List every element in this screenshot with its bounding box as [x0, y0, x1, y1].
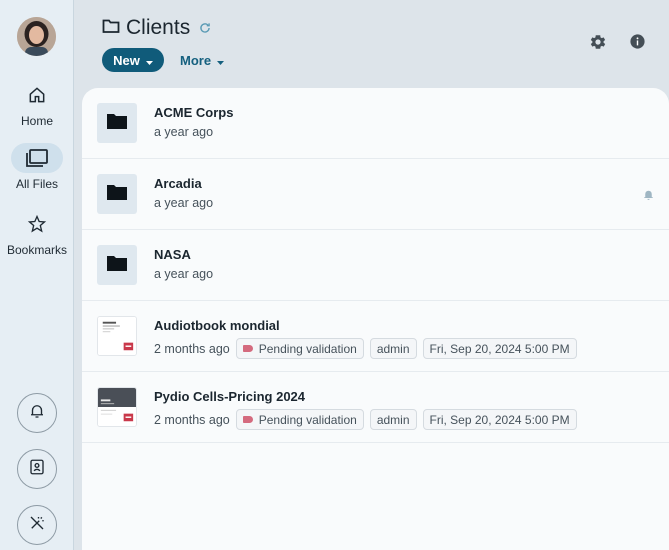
file-modified: 2 months ago — [154, 341, 230, 356]
caret-down-icon — [145, 53, 153, 68]
left-rail: Home All Files Bookmarks — [0, 0, 74, 550]
file-name: Audiotbook mondial — [154, 318, 280, 333]
file-meta: a year ago — [154, 125, 213, 139]
new-button-label: New — [113, 52, 140, 68]
new-button[interactable]: New — [102, 48, 164, 72]
status-badge-label: Pending validation — [258, 341, 357, 356]
caret-down-icon — [217, 53, 225, 68]
folder-icon — [107, 184, 127, 205]
file-modified: a year ago — [154, 267, 214, 281]
user-badge-label: admin — [376, 412, 410, 427]
file-modified: a year ago — [154, 125, 214, 139]
more-button[interactable]: More — [180, 48, 225, 72]
tag-icon — [242, 416, 253, 423]
pdf-thumbnail — [97, 316, 137, 356]
list-item[interactable]: NASA a year ago — [82, 230, 669, 301]
nav-all-files-label: All Files — [15, 177, 58, 191]
folder-icon — [107, 255, 127, 276]
file-list: ACME Corps a year ago Arcadia a year ago… — [82, 88, 669, 550]
pdf-thumbnail — [97, 387, 137, 427]
info-button[interactable] — [628, 33, 646, 55]
folder-outline-icon — [102, 18, 120, 39]
nav-home-label: Home — [20, 114, 53, 128]
status-badge[interactable]: Pending validation — [235, 409, 364, 430]
star-icon — [11, 209, 63, 239]
magic-wand-off-icon — [28, 514, 46, 537]
list-item[interactable]: Pydio Cells-Pricing 2024 2 months ago Pe… — [82, 372, 669, 443]
date-badge-label: Fri, Sep 20, 2024 5:00 PM — [429, 341, 570, 356]
file-meta: 2 months ago Pending validation admin Fr… — [154, 338, 577, 359]
folder-icon — [107, 113, 127, 134]
bell-icon — [28, 402, 46, 425]
page-header: Clients — [102, 16, 212, 40]
folders-icon — [11, 143, 63, 173]
folder-thumbnail — [97, 103, 137, 143]
file-modified: 2 months ago — [154, 412, 230, 427]
home-icon — [11, 80, 63, 110]
watch-bell-icon[interactable] — [642, 188, 655, 206]
more-button-label: More — [180, 52, 212, 68]
avatar[interactable] — [17, 17, 56, 56]
settings-button[interactable] — [589, 33, 607, 56]
list-item[interactable]: Audiotbook mondial 2 months ago Pending … — [82, 301, 669, 372]
theme-toggle-button[interactable] — [17, 505, 57, 545]
info-icon — [629, 33, 646, 55]
user-badge[interactable]: admin — [369, 409, 417, 430]
refresh-icon[interactable] — [198, 21, 212, 35]
list-item[interactable]: Arcadia a year ago — [82, 159, 669, 230]
file-meta: a year ago — [154, 196, 213, 210]
contact-card-icon — [28, 458, 46, 481]
contacts-button[interactable] — [17, 449, 57, 489]
date-badge[interactable]: Fri, Sep 20, 2024 5:00 PM — [422, 409, 577, 430]
file-name: Pydio Cells-Pricing 2024 — [154, 389, 306, 404]
nav-bookmarks[interactable]: Bookmarks — [0, 209, 74, 257]
status-badge[interactable]: Pending validation — [235, 338, 364, 359]
date-badge-label: Fri, Sep 20, 2024 5:00 PM — [429, 412, 570, 427]
date-badge[interactable]: Fri, Sep 20, 2024 5:00 PM — [422, 338, 577, 359]
notifications-button[interactable] — [17, 393, 57, 433]
file-name: NASA — [154, 247, 191, 262]
nav-all-files[interactable]: All Files — [0, 143, 74, 191]
nav-bookmarks-label: Bookmarks — [6, 243, 68, 257]
status-badge-label: Pending validation — [258, 412, 357, 427]
file-meta: 2 months ago Pending validation admin Fr… — [154, 409, 577, 430]
file-modified: a year ago — [154, 196, 214, 210]
tag-icon — [242, 345, 253, 352]
pdf-preview-icon — [98, 388, 136, 426]
user-badge-label: admin — [376, 341, 410, 356]
nav-home[interactable]: Home — [0, 80, 74, 128]
user-badge[interactable]: admin — [369, 338, 417, 359]
file-name: Arcadia — [154, 176, 202, 191]
pdf-preview-icon — [98, 317, 136, 355]
list-item[interactable]: ACME Corps a year ago — [82, 88, 669, 159]
folder-thumbnail — [97, 174, 137, 214]
page-title: Clients — [126, 16, 191, 39]
file-meta: a year ago — [154, 267, 213, 281]
gear-icon — [589, 33, 607, 56]
folder-thumbnail — [97, 245, 137, 285]
file-name: ACME Corps — [154, 105, 234, 120]
